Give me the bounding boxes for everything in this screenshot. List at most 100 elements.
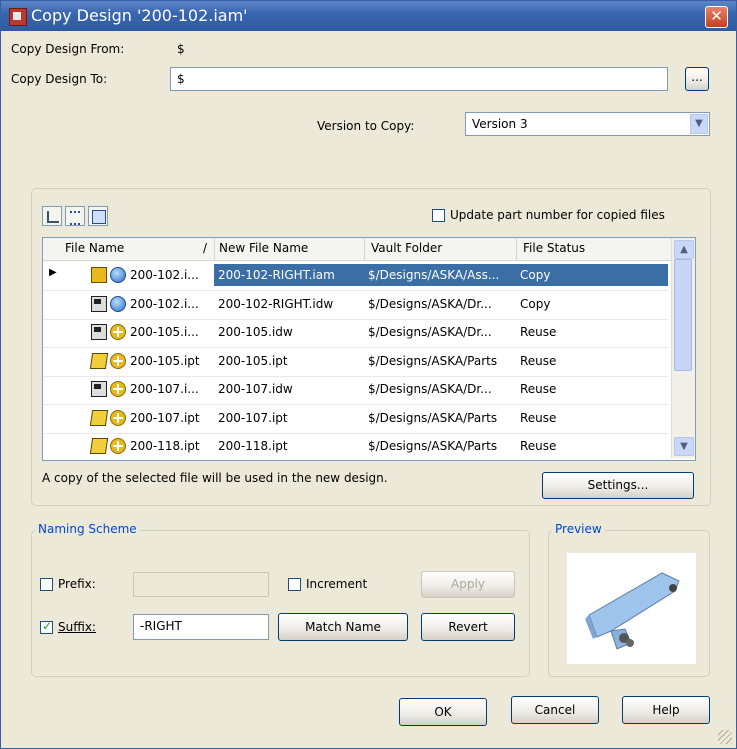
table-row[interactable]: 200-107.i... 200-107.idw $/Designs/ASKA/Dr… bbox=[43, 375, 668, 405]
prefix-label: Prefix: bbox=[58, 577, 96, 591]
copy-design-dialog: Copy Design '200-102.iam' ✕ Copy Design … bbox=[0, 0, 737, 749]
copy-from-label: Copy Design From: bbox=[11, 42, 125, 56]
suffix-input[interactable]: -RIGHT bbox=[133, 614, 269, 640]
close-button[interactable]: ✕ bbox=[705, 6, 728, 28]
current-row-indicator-icon: ▶ bbox=[49, 267, 57, 278]
increment-label: Increment bbox=[306, 577, 368, 591]
file-status-cell[interactable]: Reuse bbox=[516, 350, 668, 372]
drawing-file-icon bbox=[91, 381, 107, 397]
vault-folder-cell[interactable]: $/Designs/ASKA/Parts bbox=[364, 435, 516, 457]
suffix-label: Suffix: bbox=[58, 620, 96, 634]
copy-to-label: Copy Design To: bbox=[11, 72, 108, 86]
new-file-name-cell[interactable]: 200-107.ipt bbox=[214, 407, 364, 429]
update-part-number-label: Update part number for copied files bbox=[450, 208, 665, 222]
copy-action-icon bbox=[110, 267, 126, 283]
vault-folder-cell[interactable]: $/Designs/ASKA/Parts bbox=[364, 350, 516, 372]
tree-view-icon[interactable] bbox=[42, 206, 62, 226]
prefix-checkbox[interactable] bbox=[40, 578, 53, 591]
col-vault-folder[interactable]: Vault Folder bbox=[371, 241, 442, 255]
vertical-scrollbar[interactable]: ▲ ▼ bbox=[671, 238, 695, 458]
naming-scheme-label: Naming Scheme bbox=[35, 522, 140, 536]
new-file-name-cell[interactable]: 200-105.ipt bbox=[214, 350, 364, 372]
cancel-button[interactable]: Cancel bbox=[511, 696, 599, 724]
browse-button[interactable]: ... bbox=[685, 67, 709, 91]
col-new-file-name[interactable]: New File Name bbox=[219, 241, 308, 255]
reuse-action-icon bbox=[110, 409, 126, 426]
selection-hint: A copy of the selected file will be used… bbox=[42, 471, 388, 485]
assembly-file-icon bbox=[91, 267, 107, 283]
file-name-cell: 200-107.i... bbox=[130, 382, 199, 396]
table-row[interactable]: 200-107.ipt 200-107.ipt $/Designs/ASKA/Par… bbox=[43, 404, 668, 434]
new-file-name-cell[interactable]: 200-118.ipt bbox=[214, 435, 364, 457]
version-value: Version 3 bbox=[472, 117, 528, 131]
part-file-icon bbox=[89, 409, 109, 426]
vault-folder-cell[interactable]: $/Designs/ASKA/Dr... bbox=[364, 293, 516, 315]
version-select[interactable]: Version 3 ▼ bbox=[465, 112, 710, 136]
vault-folder-cell[interactable]: $/Designs/ASKA/Dr... bbox=[364, 321, 516, 343]
table-row[interactable]: 200-102.i... 200-102-RIGHT.idw $/Designs/A… bbox=[43, 290, 668, 320]
new-file-name-cell[interactable]: 200-102-RIGHT.idw bbox=[214, 293, 364, 315]
new-file-name-cell[interactable]: 200-107.idw bbox=[214, 378, 364, 400]
part-file-icon bbox=[89, 352, 109, 369]
part-file-icon bbox=[89, 438, 109, 454]
reuse-action-icon bbox=[110, 324, 126, 340]
file-status-cell[interactable]: Reuse bbox=[516, 407, 668, 429]
file-status-cell[interactable]: Reuse bbox=[516, 321, 668, 343]
files-table: File Name / New File Name Vault Folder F… bbox=[42, 237, 696, 462]
file-name-cell: 200-105.ipt bbox=[130, 353, 200, 368]
sort-indicator: / bbox=[203, 241, 208, 255]
apply-button[interactable]: Apply bbox=[421, 571, 515, 598]
title-bar[interactable]: Copy Design '200-102.iam' ✕ bbox=[1, 1, 736, 31]
file-name-cell: 200-105.i... bbox=[130, 325, 199, 339]
table-row[interactable]: 200-105.ipt 200-105.ipt $/Designs/ASKA/Par… bbox=[43, 347, 668, 377]
checkmark-icon: ✓ bbox=[42, 619, 53, 633]
settings-button[interactable]: Settings... bbox=[542, 472, 694, 499]
new-file-name-cell[interactable]: 200-102-RIGHT.iam bbox=[214, 264, 364, 286]
new-file-name-cell[interactable]: 200-105.idw bbox=[214, 321, 364, 343]
scroll-down-icon[interactable]: ▼ bbox=[674, 437, 694, 456]
reuse-action-icon bbox=[110, 381, 126, 397]
help-button[interactable]: Help bbox=[622, 696, 710, 724]
reuse-action-icon bbox=[110, 438, 126, 454]
table-row[interactable]: 200-105.i... 200-105.idw $/Designs/ASKA/Dr… bbox=[43, 318, 668, 348]
app-icon bbox=[9, 8, 27, 26]
increment-checkbox[interactable] bbox=[288, 578, 301, 591]
vault-folder-cell[interactable]: $/Designs/ASKA/Parts bbox=[364, 407, 516, 429]
file-status-cell[interactable]: Copy bbox=[516, 264, 668, 286]
naming-scheme-group bbox=[31, 530, 530, 677]
col-file-status[interactable]: File Status bbox=[523, 241, 585, 255]
file-name-cell: 200-118.ipt bbox=[130, 439, 200, 453]
file-status-cell[interactable]: Reuse bbox=[516, 378, 668, 400]
revert-button[interactable]: Revert bbox=[421, 613, 515, 641]
file-name-cell: 200-107.ipt bbox=[130, 410, 200, 425]
preview-image bbox=[567, 553, 696, 664]
file-status-cell[interactable]: Copy bbox=[516, 293, 668, 315]
col-file-name[interactable]: File Name bbox=[65, 241, 124, 255]
file-name-cell: 200-102.i... bbox=[130, 296, 199, 311]
drawing-file-icon bbox=[91, 295, 107, 312]
resize-grip-icon[interactable] bbox=[718, 730, 732, 744]
match-name-button[interactable]: Match Name bbox=[278, 613, 408, 641]
prefix-input[interactable] bbox=[133, 572, 269, 597]
scroll-up-icon[interactable]: ▲ bbox=[674, 240, 694, 259]
vault-folder-cell[interactable]: $/Designs/ASKA/Dr... bbox=[364, 378, 516, 400]
update-part-number-checkbox[interactable] bbox=[432, 209, 445, 222]
copy-to-input[interactable]: $ bbox=[170, 67, 668, 91]
list-view-icon[interactable] bbox=[65, 206, 85, 226]
table-row[interactable]: 200-118.ipt 200-118.ipt $/Designs/ASKA/Par… bbox=[43, 432, 668, 462]
table-header: File Name / New File Name Vault Folder F… bbox=[43, 238, 695, 261]
window-title: Copy Design '200-102.iam' bbox=[31, 6, 248, 25]
part-preview-icon bbox=[585, 572, 680, 650]
table-row[interactable]: ▶ 200-102.i... 200-102-RIGHT.iam $/Designs/… bbox=[43, 261, 668, 291]
vault-folder-cell[interactable]: $/Designs/ASKA/Ass... bbox=[364, 264, 516, 286]
file-status-cell[interactable]: Reuse bbox=[516, 435, 668, 457]
chevron-down-icon[interactable]: ▼ bbox=[690, 114, 708, 134]
copy-from-value: $ bbox=[177, 42, 185, 56]
close-icon: ✕ bbox=[710, 7, 723, 25]
detail-view-icon[interactable] bbox=[88, 206, 108, 226]
suffix-checkbox[interactable]: ✓ bbox=[40, 619, 53, 634]
scroll-thumb[interactable] bbox=[674, 259, 692, 371]
ok-button[interactable]: OK bbox=[399, 698, 487, 726]
copy-action-icon bbox=[110, 295, 126, 312]
drawing-file-icon bbox=[91, 324, 107, 340]
